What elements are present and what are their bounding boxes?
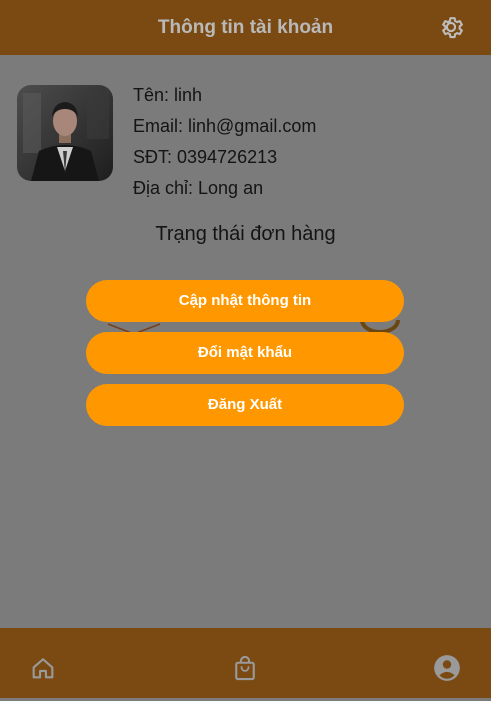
home-icon[interactable] [29, 654, 57, 682]
app-header: Thông tin tài khoản [0, 0, 491, 55]
shopping-bag-icon[interactable] [231, 654, 259, 682]
profile-email: Email: linh@gmail.com [133, 116, 317, 136]
bottom-nav [0, 628, 491, 698]
profile-phone: SĐT: 0394726213 [133, 147, 278, 167]
profile-photo [17, 85, 113, 181]
page-title: Thông tin tài khoản [157, 17, 334, 38]
change-password-button[interactable]: Đổi mật khẩu [86, 332, 404, 374]
account-circle-icon[interactable] [433, 654, 461, 682]
logout-button[interactable]: Đăng Xuất [86, 384, 404, 426]
gear-icon[interactable] [437, 13, 465, 41]
order-status-title: Trạng thái đơn hàng [155, 223, 336, 245]
avatar [17, 85, 113, 181]
profile-address: Địa chỉ: Long an [133, 178, 264, 198]
profile-info: Tên: linh Email: linh@gmail.com SĐT: 039… [133, 84, 316, 208]
profile-name: Tên: linh [133, 85, 203, 105]
update-info-button[interactable]: Cập nhật thông tin [86, 280, 404, 322]
